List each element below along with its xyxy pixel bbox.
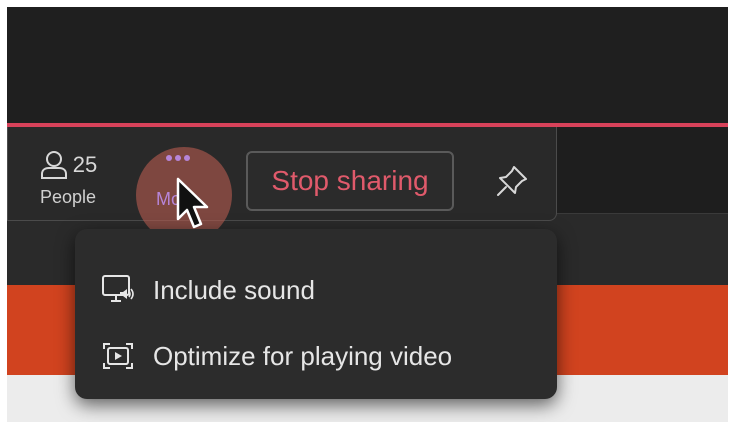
mouse-cursor-icon xyxy=(176,177,209,229)
people-count: 25 xyxy=(72,152,98,177)
stage-area xyxy=(7,7,728,123)
monitor-sound-icon xyxy=(102,275,134,302)
person-icon xyxy=(40,151,67,179)
meeting-window: 25 People More Stop sharing Include soun… xyxy=(7,7,728,422)
more-dots-icon xyxy=(166,155,190,161)
menu-item-label: Optimize for playing video xyxy=(153,340,453,371)
menu-item-include-sound[interactable]: Include sound xyxy=(101,267,315,313)
stop-sharing-button[interactable]: Stop sharing xyxy=(246,151,454,211)
more-options-menu: Include sound Optimize for playing video xyxy=(75,229,557,399)
menu-item-optimize-video[interactable]: Optimize for playing video xyxy=(101,333,452,379)
sharing-toolbar: 25 People More Stop sharing xyxy=(7,127,557,243)
menu-item-label: Include sound xyxy=(153,274,315,305)
pin-icon[interactable] xyxy=(494,163,530,199)
video-frame-icon xyxy=(103,343,133,369)
people-button[interactable]: 25 People xyxy=(32,149,104,213)
people-label: People xyxy=(39,187,97,207)
